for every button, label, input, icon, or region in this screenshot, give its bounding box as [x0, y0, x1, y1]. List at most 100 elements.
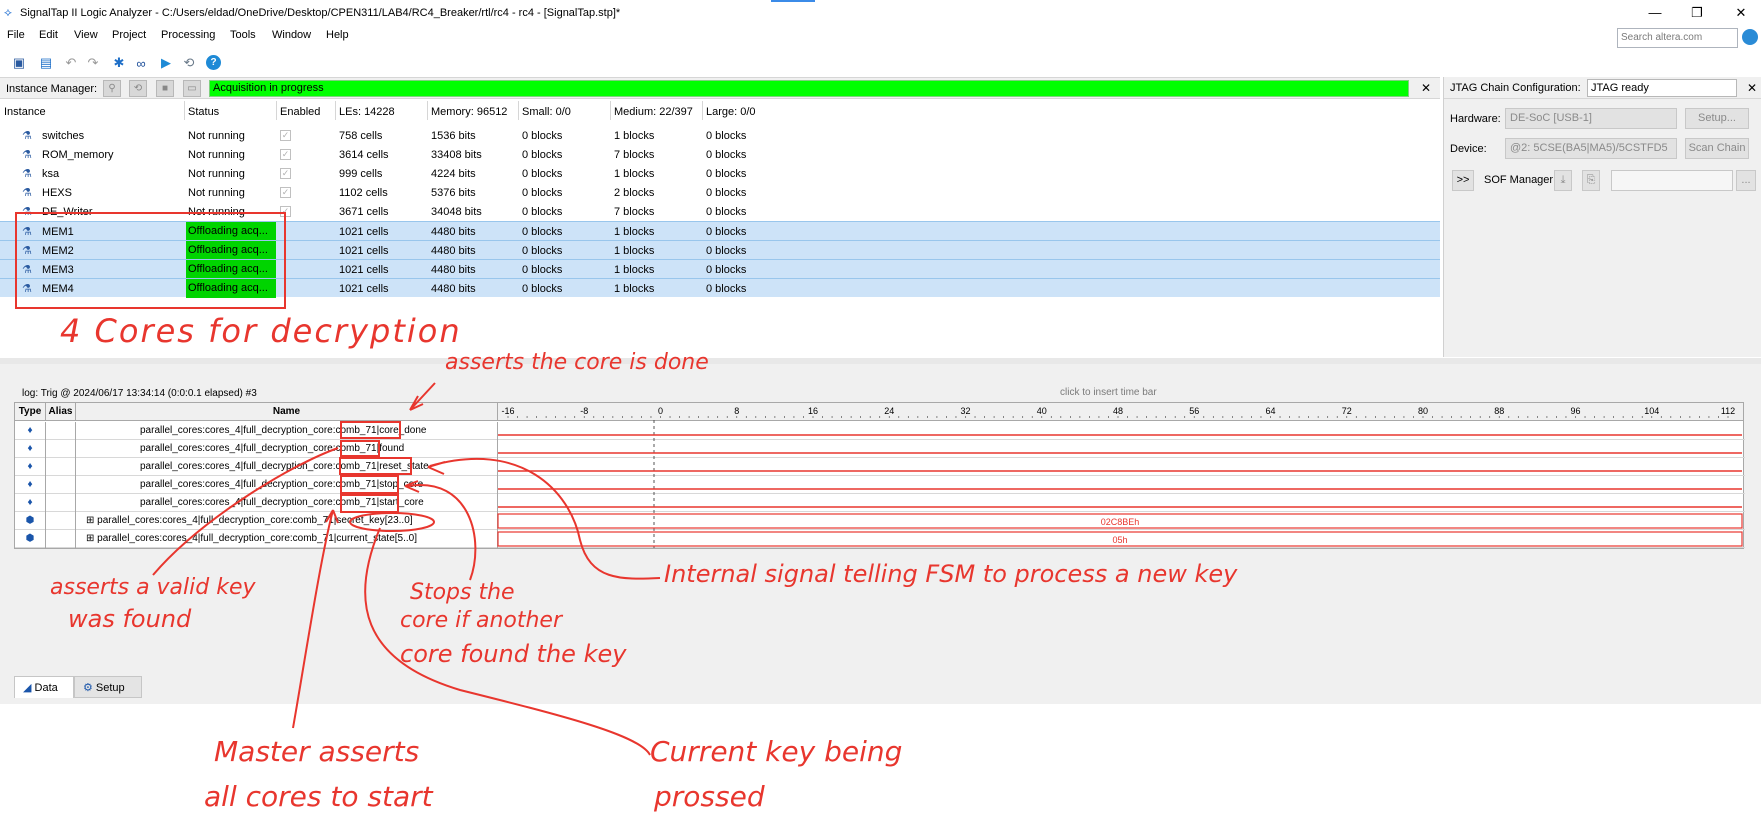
node-finder-icon[interactable]: ✱ [110, 54, 128, 72]
signal-row[interactable]: ♦ parallel_cores:cores_4|full_decryption… [15, 458, 1745, 476]
stop-icon[interactable]: ■ [156, 80, 174, 97]
menu-window[interactable]: Window [272, 29, 311, 41]
col-type[interactable]: Type [15, 403, 46, 421]
hardware-select[interactable]: DE-SoC [USB-1] [1505, 108, 1677, 129]
instance-row[interactable]: ⚗ MEM1 Offloading acq... 1021 cells 4480… [0, 221, 1440, 241]
attach-icon[interactable]: ⎘ [1582, 170, 1600, 191]
instance-row[interactable]: ⚗ HEXS Not running ✓ 1102 cells 5376 bit… [0, 183, 1440, 202]
instance-memory: 4480 bits [431, 283, 476, 295]
instance-icon[interactable]: ▣ [10, 54, 28, 72]
scan-chain-button[interactable]: Scan Chain [1685, 138, 1749, 159]
instance-name: DE_Writer [42, 206, 93, 218]
instance-medium: 7 blocks [614, 149, 655, 161]
menu-file[interactable]: File [7, 29, 25, 41]
restore-button[interactable]: ❐ [1682, 3, 1712, 23]
menu-bar: File Edit View Project Processing Tools … [0, 26, 1761, 46]
time-ruler[interactable] [498, 403, 1743, 421]
minimize-button[interactable]: — [1640, 3, 1670, 23]
col-memory[interactable]: Memory: 96512 [431, 106, 507, 118]
jtag-panel: JTAG Chain Configuration: JTAG ready ✕ H… [1443, 77, 1761, 357]
enabled-checkbox[interactable]: ✓ [280, 206, 291, 217]
bus-type-icon: ⬢ [15, 512, 46, 530]
signal-row[interactable]: ⬢ ⊞ parallel_cores:cores_4|full_decrypti… [15, 512, 1745, 530]
signal-row[interactable]: ♦ parallel_cores:cores_4|full_decryption… [15, 494, 1745, 512]
menu-view[interactable]: View [74, 29, 98, 41]
autorun-icon[interactable]: ⟲ [180, 54, 198, 72]
signal-name: parallel_cores:cores_4|full_decryption_c… [76, 476, 498, 494]
expand-bus-icon[interactable]: ⊞ [86, 515, 97, 526]
binoculars-icon[interactable]: ∞ [132, 54, 150, 72]
instance-row[interactable]: ⚗ DE_Writer Not running ✓ 3671 cells 340… [0, 202, 1440, 221]
close-instance-manager-icon[interactable]: ✕ [1421, 81, 1431, 95]
column-divider [427, 101, 428, 120]
instance-les: 999 cells [339, 168, 383, 180]
close-window-button[interactable]: ✕ [1726, 3, 1756, 23]
col-large[interactable]: Large: 0/0 [706, 106, 756, 118]
enabled-checkbox[interactable]: ✓ [280, 187, 291, 198]
instance-row[interactable]: ⚗ MEM2 Offloading acq... 1021 cells 4480… [0, 240, 1440, 260]
instance-row[interactable]: ⚗ MEM3 Offloading acq... 1021 cells 4480… [0, 259, 1440, 279]
undo-icon[interactable]: ↶ [62, 54, 80, 72]
signal-row[interactable]: ♦ parallel_cores:cores_4|full_decryption… [15, 422, 1745, 440]
sof-file-input[interactable] [1611, 170, 1733, 191]
menu-project[interactable]: Project [112, 29, 146, 41]
signal-row[interactable]: ♦ parallel_cores:cores_4|full_decryption… [15, 476, 1745, 494]
instance-row[interactable]: ⚗ ROM_memory Not running ✓ 3614 cells 33… [0, 145, 1440, 164]
read-data-icon[interactable]: ▭ [183, 80, 201, 97]
jtag-status: JTAG ready [1587, 79, 1737, 97]
globe-icon[interactable] [1742, 29, 1758, 45]
expand-bus-icon[interactable]: ⊞ [86, 533, 97, 544]
autorun-instance-icon[interactable]: ⟲ [129, 80, 147, 97]
annotation-master-1: Master asserts [214, 735, 420, 768]
col-status[interactable]: Status [188, 106, 219, 118]
instance-row[interactable]: ⚗ switches Not running ✓ 758 cells 1536 … [0, 126, 1440, 145]
menu-edit[interactable]: Edit [39, 29, 58, 41]
col-name[interactable]: Name [76, 403, 498, 421]
column-divider [184, 101, 185, 120]
program-device-icon[interactable]: ⤓ [1554, 170, 1572, 191]
help-icon[interactable]: ? [206, 55, 221, 70]
instance-large: 0 blocks [706, 168, 747, 180]
instance-row[interactable]: ⚗ MEM4 Offloading acq... 1021 cells 4480… [0, 278, 1440, 298]
col-medium[interactable]: Medium: 22/397 [614, 106, 693, 118]
browse-button[interactable]: ... [1736, 170, 1756, 191]
col-les[interactable]: LEs: 14228 [339, 106, 395, 118]
col-small[interactable]: Small: 0/0 [522, 106, 571, 118]
enabled-checkbox[interactable]: ✓ [280, 168, 291, 179]
tab-setup[interactable]: ⚙ Setup [74, 676, 142, 698]
col-instance[interactable]: Instance [4, 106, 46, 118]
signal-row[interactable]: ⬢ ⊞ parallel_cores:cores_4|full_decrypti… [15, 530, 1745, 548]
menu-tools[interactable]: Tools [230, 29, 256, 41]
col-enabled[interactable]: Enabled [280, 106, 320, 118]
enabled-checkbox[interactable]: ✓ [280, 130, 291, 141]
device-select[interactable]: @2: 5CSE(BA5|MA5)/5CSTFD5 [1505, 138, 1677, 159]
insert-time-bar[interactable]: click to insert time bar [1060, 387, 1157, 398]
instance-memory: 34048 bits [431, 206, 482, 218]
instance-name: MEM1 [42, 226, 74, 238]
tab-data[interactable]: ◢ Data [14, 676, 74, 698]
instance-status: Offloading acq... [186, 241, 276, 260]
run-icon[interactable]: ⚲ [103, 80, 121, 97]
enabled-checkbox[interactable]: ✓ [280, 149, 291, 160]
setup-button[interactable]: Setup... [1685, 108, 1749, 129]
instance-row[interactable]: ⚗ ksa Not running ✓ 999 cells 4224 bits … [0, 164, 1440, 183]
menu-help[interactable]: Help [326, 29, 349, 41]
redo-icon[interactable]: ↷ [84, 54, 102, 72]
menu-processing[interactable]: Processing [161, 29, 215, 41]
instance-icon: ⚗ [22, 168, 32, 180]
save-icon[interactable]: ▤ [37, 54, 55, 72]
column-divider [518, 101, 519, 120]
instance-memory: 4480 bits [431, 226, 476, 238]
close-jtag-icon[interactable]: ✕ [1747, 81, 1757, 95]
col-alias[interactable]: Alias [46, 403, 76, 421]
signal-row[interactable]: ♦ parallel_cores:cores_4|full_decryption… [15, 440, 1745, 458]
setup-icon: ⚙ [83, 682, 96, 694]
annotation-valid-key-2: was found [68, 605, 192, 633]
annotation-master-2: all cores to start [204, 780, 433, 813]
run-analysis-icon[interactable]: ▶ [157, 54, 175, 72]
annotation-internal: Internal signal telling FSM to process a… [664, 560, 1238, 588]
instance-large: 0 blocks [706, 283, 747, 295]
instance-memory: 1536 bits [431, 130, 476, 142]
expand-button[interactable]: >> [1452, 170, 1474, 191]
search-input[interactable]: Search altera.com [1617, 28, 1738, 48]
